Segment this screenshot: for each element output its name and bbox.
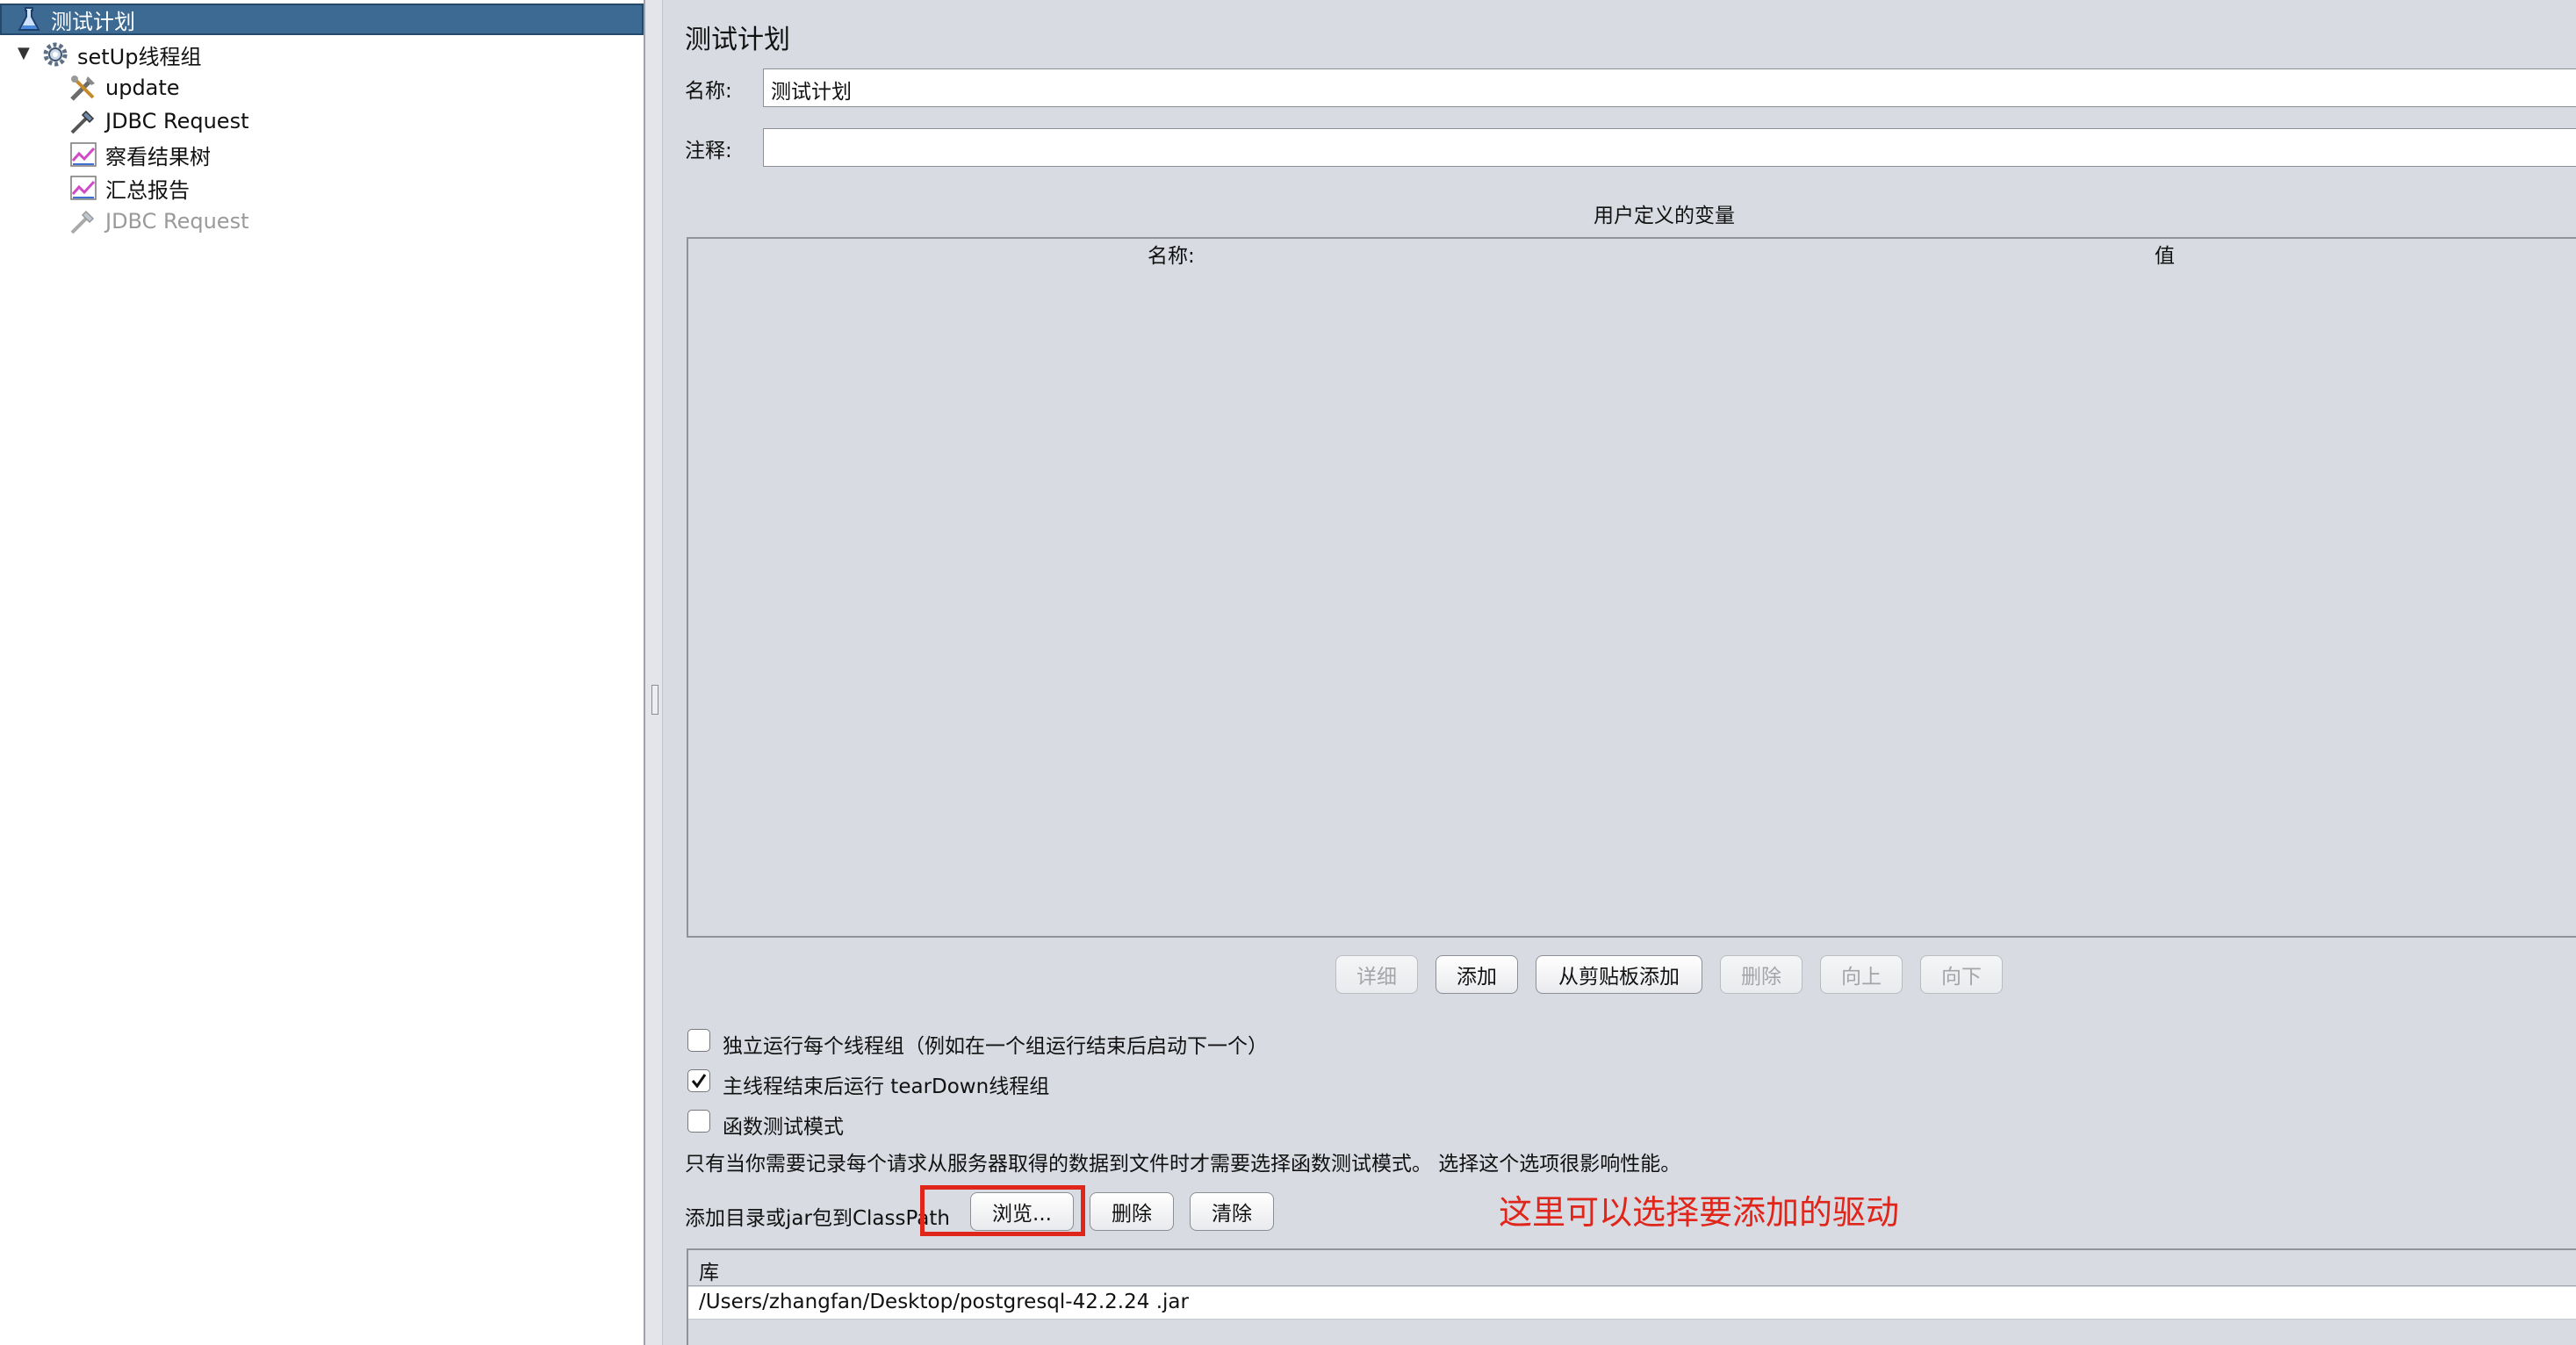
tree-node-view-results-tree[interactable]: 察看结果树 [67, 139, 211, 170]
test-plan-flask-icon [12, 4, 46, 35]
tree-node-label: JDBC Request [105, 109, 249, 133]
library-path: /Users/zhangfan/Desktop/postgresql-42.2.… [699, 1291, 1189, 1313]
tree-node-summary-report[interactable]: 汇总报告 [67, 172, 190, 204]
library-header-label: 库 [699, 1262, 719, 1284]
tree-node-jdbc-request-disabled[interactable]: JDBC Request [67, 205, 248, 237]
test-plan-tree: 测试计划 ▼ setUp线程组 update JDBC Request 察看结果… [0, 0, 644, 1345]
chart-listener-icon [67, 139, 100, 170]
add-button[interactable]: 添加 [1436, 955, 1518, 994]
gear-icon [39, 39, 72, 70]
functional-mode-note: 只有当你需要记录每个请求从服务器取得的数据到文件时才需要选择函数测试模式。 选择… [685, 1153, 1681, 1176]
library-table[interactable]: 库 /Users/zhangfan/Desktop/postgresql-42.… [687, 1248, 2576, 1345]
comment-label: 注释: [685, 140, 732, 162]
name-input[interactable]: 测试计划 [763, 68, 2576, 107]
library-row[interactable]: /Users/zhangfan/Desktop/postgresql-42.2.… [688, 1287, 2576, 1320]
user-variables-table[interactable]: 名称: 值 [687, 237, 2576, 938]
pipette-icon [67, 205, 100, 237]
serial-thread-groups-checkbox[interactable] [687, 1029, 710, 1052]
library-column-header[interactable]: 库 [688, 1250, 2576, 1286]
tree-node-label: setUp线程组 [77, 44, 202, 69]
tree-node-update[interactable]: update [67, 72, 180, 104]
classpath-delete-button[interactable]: 删除 [1090, 1192, 1174, 1231]
name-label: 名称: [685, 80, 732, 103]
teardown-on-shutdown-label: 主线程结束后运行 tearDown线程组 [723, 1075, 1050, 1098]
column-header-name[interactable]: 名称: [1148, 239, 1195, 269]
functional-test-mode-checkbox[interactable] [687, 1110, 710, 1133]
tree-node-jdbc-request[interactable]: JDBC Request [67, 105, 248, 137]
teardown-on-shutdown-checkbox[interactable] [687, 1069, 710, 1092]
column-header-value[interactable]: 值 [2155, 239, 2175, 269]
tree-node-label: JDBC Request [105, 209, 249, 234]
delete-button[interactable]: 删除 [1720, 955, 1802, 994]
tree-node-setup-thread-group[interactable]: setUp线程组 [39, 39, 201, 70]
tree-node-label: 汇总报告 [105, 177, 190, 203]
chart-listener-icon [67, 172, 100, 204]
classpath-clear-button[interactable]: 清除 [1190, 1192, 1274, 1231]
tree-node-label: 测试计划 [51, 9, 135, 34]
annotation-text: 这里可以选择要添加的驱动 [1499, 1193, 1900, 1232]
tree-node-test-plan[interactable]: 测试计划 [0, 4, 644, 35]
tree-node-label: 察看结果树 [105, 144, 211, 169]
serial-thread-groups-label: 独立运行每个线程组（例如在一个组运行结束后启动下一个） [723, 1035, 1268, 1058]
jmeter-window: 测试计划 ▼ setUp线程组 update JDBC Request 察看结果… [0, 0, 2576, 1345]
pipette-icon [67, 105, 100, 137]
user-variables-title: 用户定义的变量 [1594, 205, 1735, 227]
add-from-clipboard-button[interactable]: 从剪贴板添加 [1536, 955, 1702, 994]
detail-button[interactable]: 详细 [1335, 955, 1418, 994]
move-down-button[interactable]: 向下 [1920, 955, 2003, 994]
page-title: 测试计划 [685, 25, 790, 55]
splitter-grip[interactable] [651, 685, 658, 715]
panel-splitter[interactable] [644, 0, 663, 1345]
test-plan-panel: 测试计划 名称: 测试计划 注释: 用户定义的变量 名称: 值 详细 添加 从剪… [663, 0, 2576, 1345]
move-up-button[interactable]: 向上 [1820, 955, 1903, 994]
tools-icon [67, 72, 100, 104]
expand-arrow-icon[interactable]: ▼ [18, 44, 30, 62]
comment-input[interactable] [763, 128, 2576, 167]
classpath-label: 添加目录或jar包到ClassPath [685, 1207, 950, 1230]
functional-test-mode-label: 函数测试模式 [723, 1116, 844, 1139]
checkmark-icon [691, 1074, 707, 1089]
tree-node-label: update [105, 76, 180, 100]
highlight-box [920, 1185, 1085, 1236]
